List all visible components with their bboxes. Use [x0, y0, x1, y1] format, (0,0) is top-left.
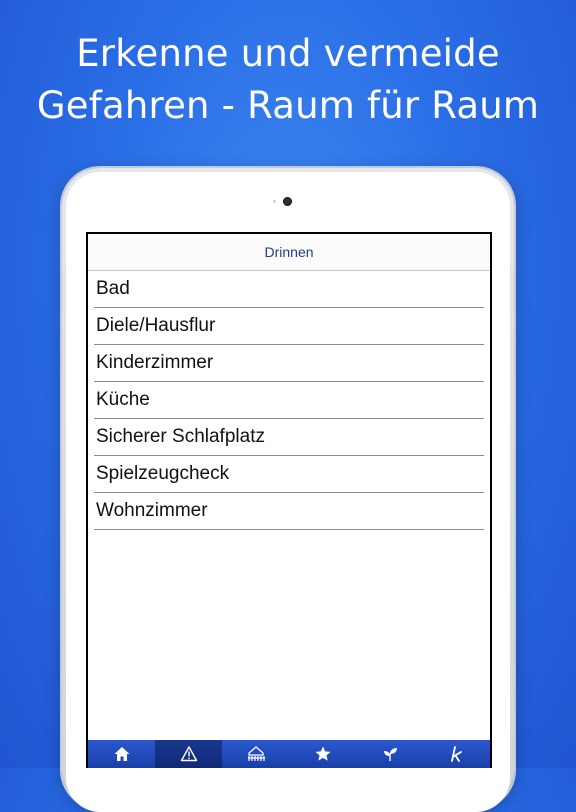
- room-list: Bad Diele/Hausflur Kinderzimmer Küche Si…: [88, 271, 490, 530]
- tab-bar: [88, 740, 490, 768]
- proximity-sensor: [273, 200, 276, 203]
- list-item-kueche[interactable]: Küche: [94, 382, 484, 419]
- list-item-sicherer-schlafplatz[interactable]: Sicherer Schlafplatz: [94, 419, 484, 456]
- tablet-screen: Drinnen Bad Diele/Hausflur Kinderzimmer …: [86, 232, 492, 768]
- home-icon: [113, 745, 131, 763]
- app-view: Drinnen Bad Diele/Hausflur Kinderzimmer …: [88, 234, 490, 768]
- star-icon: [314, 745, 332, 763]
- k-letter-icon: [448, 745, 466, 763]
- front-camera: [283, 197, 292, 206]
- tab-warnings[interactable]: [155, 740, 222, 768]
- tab-home[interactable]: [88, 740, 155, 768]
- warning-icon: [180, 745, 198, 763]
- tab-growth[interactable]: [356, 740, 423, 768]
- list-item-kinderzimmer[interactable]: Kinderzimmer: [94, 345, 484, 382]
- headline: Erkenne und vermeide Gefahren - Raum für…: [0, 28, 576, 132]
- tab-house-outside[interactable]: [222, 740, 289, 768]
- sprout-icon: [381, 745, 399, 763]
- navigation-bar: Drinnen: [88, 234, 490, 271]
- list-item-spielzeugcheck[interactable]: Spielzeugcheck: [94, 456, 484, 493]
- list-item-wohnzimmer[interactable]: Wohnzimmer: [94, 493, 484, 530]
- house-fence-icon: [246, 745, 266, 763]
- list-item-diele-hausflur[interactable]: Diele/Hausflur: [94, 308, 484, 345]
- nav-title: Drinnen: [264, 244, 314, 260]
- tab-favorites[interactable]: [289, 740, 356, 768]
- headline-line-1: Erkenne und vermeide: [76, 32, 500, 75]
- tab-k[interactable]: [423, 740, 490, 768]
- headline-line-2: Gefahren - Raum für Raum: [36, 84, 540, 127]
- list-item-bad[interactable]: Bad: [94, 271, 484, 308]
